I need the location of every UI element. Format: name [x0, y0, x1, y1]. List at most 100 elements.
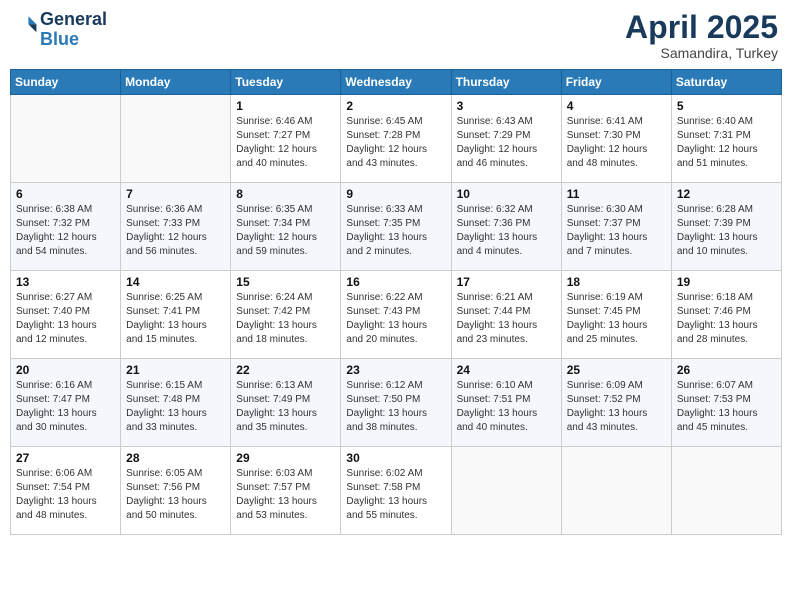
day-number: 12 — [677, 187, 776, 201]
calendar-cell — [11, 95, 121, 183]
day-info: Sunrise: 6:10 AMSunset: 7:51 PMDaylight:… — [457, 379, 556, 435]
day-info: Sunrise: 6:18 AMSunset: 7:46 PMDaylight:… — [677, 291, 776, 347]
calendar-cell — [671, 447, 781, 535]
day-info: Sunrise: 6:03 AMSunset: 7:57 PMDaylight:… — [236, 467, 335, 523]
logo: General Blue — [14, 10, 107, 50]
calendar-cell: 15 Sunrise: 6:24 AMSunset: 7:42 PMDayligh… — [231, 271, 341, 359]
weekday-header-monday: Monday — [121, 70, 231, 95]
calendar-table: SundayMondayTuesdayWednesdayThursdayFrid… — [10, 69, 782, 535]
calendar-cell: 24Sunrise: 6:10 AMSunset: 7:51 PMDayligh… — [451, 359, 561, 447]
calendar-cell: 1 Sunrise: 6:46 AMSunset: 7:27 PMDaylight… — [231, 95, 341, 183]
day-number: 10 — [457, 187, 556, 201]
day-info: Sunrise: 6:15 AMSunset: 7:48 PMDaylight:… — [126, 379, 225, 435]
calendar-cell: 26 Sunrise: 6:07 AMSunset: 7:53 PMDayligh… — [671, 359, 781, 447]
calendar-cell — [451, 447, 561, 535]
day-info: Sunrise: 6:06 AMSunset: 7:54 PMDaylight:… — [16, 467, 115, 523]
day-number: 29 — [236, 451, 335, 465]
calendar-week-row: 1 Sunrise: 6:46 AMSunset: 7:27 PMDaylight… — [11, 95, 782, 183]
day-info: Sunrise: 6:13 AMSunset: 7:49 PMDaylight:… — [236, 379, 335, 435]
day-info: Sunrise: 6:25 AMSunset: 7:41 PMDaylight:… — [126, 291, 225, 347]
weekday-header-friday: Friday — [561, 70, 671, 95]
month-year-title: April 2025 — [625, 10, 778, 45]
day-info: Sunrise: 6:41 AMSunset: 7:30 PMDaylight:… — [567, 115, 666, 171]
calendar-cell: 7 Sunrise: 6:36 AMSunset: 7:33 PMDaylight… — [121, 183, 231, 271]
day-number: 2 — [346, 99, 445, 113]
day-number: 9 — [346, 187, 445, 201]
day-info: Sunrise: 6:07 AMSunset: 7:53 PMDaylight:… — [677, 379, 776, 435]
day-number: 8 — [236, 187, 335, 201]
calendar-cell: 12 Sunrise: 6:28 AMSunset: 7:39 PMDayligh… — [671, 183, 781, 271]
title-block: April 2025 Samandira, Turkey — [625, 10, 778, 61]
day-info: Sunrise: 6:28 AMSunset: 7:39 PMDaylight:… — [677, 203, 776, 259]
calendar-cell: 14 Sunrise: 6:25 AMSunset: 7:41 PMDayligh… — [121, 271, 231, 359]
calendar-cell: 10 Sunrise: 6:32 AMSunset: 7:36 PMDayligh… — [451, 183, 561, 271]
calendar-cell: 6 Sunrise: 6:38 AMSunset: 7:32 PMDaylight… — [11, 183, 121, 271]
day-number: 21 — [126, 363, 225, 377]
calendar-cell — [561, 447, 671, 535]
day-number: 14 — [126, 275, 225, 289]
calendar-cell: 11 Sunrise: 6:30 AMSunset: 7:37 PMDayligh… — [561, 183, 671, 271]
day-info: Sunrise: 6:35 AMSunset: 7:34 PMDaylight:… — [236, 203, 335, 259]
day-number: 11 — [567, 187, 666, 201]
day-info: Sunrise: 6:27 AMSunset: 7:40 PMDaylight:… — [16, 291, 115, 347]
day-info: Sunrise: 6:21 AMSunset: 7:44 PMDaylight:… — [457, 291, 556, 347]
day-number: 27 — [16, 451, 115, 465]
calendar-cell: 30Sunrise: 6:02 AMSunset: 7:58 PMDayligh… — [341, 447, 451, 535]
weekday-header-tuesday: Tuesday — [231, 70, 341, 95]
day-number: 15 — [236, 275, 335, 289]
calendar-cell: 21 Sunrise: 6:15 AMSunset: 7:48 PMDayligh… — [121, 359, 231, 447]
day-number: 26 — [677, 363, 776, 377]
weekday-header-saturday: Saturday — [671, 70, 781, 95]
day-info: Sunrise: 6:22 AMSunset: 7:43 PMDaylight:… — [346, 291, 445, 347]
calendar-week-row: 13 Sunrise: 6:27 AMSunset: 7:40 PMDayligh… — [11, 271, 782, 359]
calendar-cell: 13 Sunrise: 6:27 AMSunset: 7:40 PMDayligh… — [11, 271, 121, 359]
day-info: Sunrise: 6:24 AMSunset: 7:42 PMDaylight:… — [236, 291, 335, 347]
calendar-week-row: 20 Sunrise: 6:16 AMSunset: 7:47 PMDayligh… — [11, 359, 782, 447]
day-info: Sunrise: 6:33 AMSunset: 7:35 PMDaylight:… — [346, 203, 445, 259]
calendar-cell: 23Sunrise: 6:12 AMSunset: 7:50 PMDayligh… — [341, 359, 451, 447]
day-number: 20 — [16, 363, 115, 377]
logo-text-line1: General — [40, 10, 107, 30]
calendar-cell: 28 Sunrise: 6:05 AMSunset: 7:56 PMDayligh… — [121, 447, 231, 535]
day-number: 25 — [567, 363, 666, 377]
day-number: 7 — [126, 187, 225, 201]
calendar-cell: 29 Sunrise: 6:03 AMSunset: 7:57 PMDayligh… — [231, 447, 341, 535]
day-info: Sunrise: 6:32 AMSunset: 7:36 PMDaylight:… — [457, 203, 556, 259]
calendar-cell: 5Sunrise: 6:40 AMSunset: 7:31 PMDaylight… — [671, 95, 781, 183]
calendar-cell — [121, 95, 231, 183]
day-info: Sunrise: 6:05 AMSunset: 7:56 PMDaylight:… — [126, 467, 225, 523]
day-number: 3 — [457, 99, 556, 113]
calendar-cell: 27 Sunrise: 6:06 AMSunset: 7:54 PMDayligh… — [11, 447, 121, 535]
calendar-cell: 8 Sunrise: 6:35 AMSunset: 7:34 PMDaylight… — [231, 183, 341, 271]
day-info: Sunrise: 6:46 AMSunset: 7:27 PMDaylight:… — [236, 115, 335, 171]
day-number: 17 — [457, 275, 556, 289]
day-info: Sunrise: 6:30 AMSunset: 7:37 PMDaylight:… — [567, 203, 666, 259]
day-info: Sunrise: 6:45 AMSunset: 7:28 PMDaylight:… — [346, 115, 445, 171]
day-info: Sunrise: 6:43 AMSunset: 7:29 PMDaylight:… — [457, 115, 556, 171]
calendar-cell: 19Sunrise: 6:18 AMSunset: 7:46 PMDayligh… — [671, 271, 781, 359]
location-subtitle: Samandira, Turkey — [625, 45, 778, 61]
calendar-cell: 3 Sunrise: 6:43 AMSunset: 7:29 PMDaylight… — [451, 95, 561, 183]
calendar-cell: 16 Sunrise: 6:22 AMSunset: 7:43 PMDayligh… — [341, 271, 451, 359]
calendar-cell: 17 Sunrise: 6:21 AMSunset: 7:44 PMDayligh… — [451, 271, 561, 359]
day-number: 1 — [236, 99, 335, 113]
weekday-header-sunday: Sunday — [11, 70, 121, 95]
day-number: 16 — [346, 275, 445, 289]
day-info: Sunrise: 6:16 AMSunset: 7:47 PMDaylight:… — [16, 379, 115, 435]
day-info: Sunrise: 6:36 AMSunset: 7:33 PMDaylight:… — [126, 203, 225, 259]
day-info: Sunrise: 6:38 AMSunset: 7:32 PMDaylight:… — [16, 203, 115, 259]
day-info: Sunrise: 6:19 AMSunset: 7:45 PMDaylight:… — [567, 291, 666, 347]
calendar-cell: 25 Sunrise: 6:09 AMSunset: 7:52 PMDayligh… — [561, 359, 671, 447]
calendar-cell: 4Sunrise: 6:41 AMSunset: 7:30 PMDaylight… — [561, 95, 671, 183]
day-info: Sunrise: 6:09 AMSunset: 7:52 PMDaylight:… — [567, 379, 666, 435]
page-header: General Blue April 2025 Samandira, Turke… — [10, 10, 782, 61]
day-info: Sunrise: 6:40 AMSunset: 7:31 PMDaylight:… — [677, 115, 776, 171]
calendar-week-row: 6 Sunrise: 6:38 AMSunset: 7:32 PMDaylight… — [11, 183, 782, 271]
logo-text-line2: Blue — [40, 30, 107, 50]
day-number: 6 — [16, 187, 115, 201]
day-info: Sunrise: 6:12 AMSunset: 7:50 PMDaylight:… — [346, 379, 445, 435]
weekday-header-thursday: Thursday — [451, 70, 561, 95]
day-number: 18 — [567, 275, 666, 289]
day-number: 13 — [16, 275, 115, 289]
day-number: 28 — [126, 451, 225, 465]
